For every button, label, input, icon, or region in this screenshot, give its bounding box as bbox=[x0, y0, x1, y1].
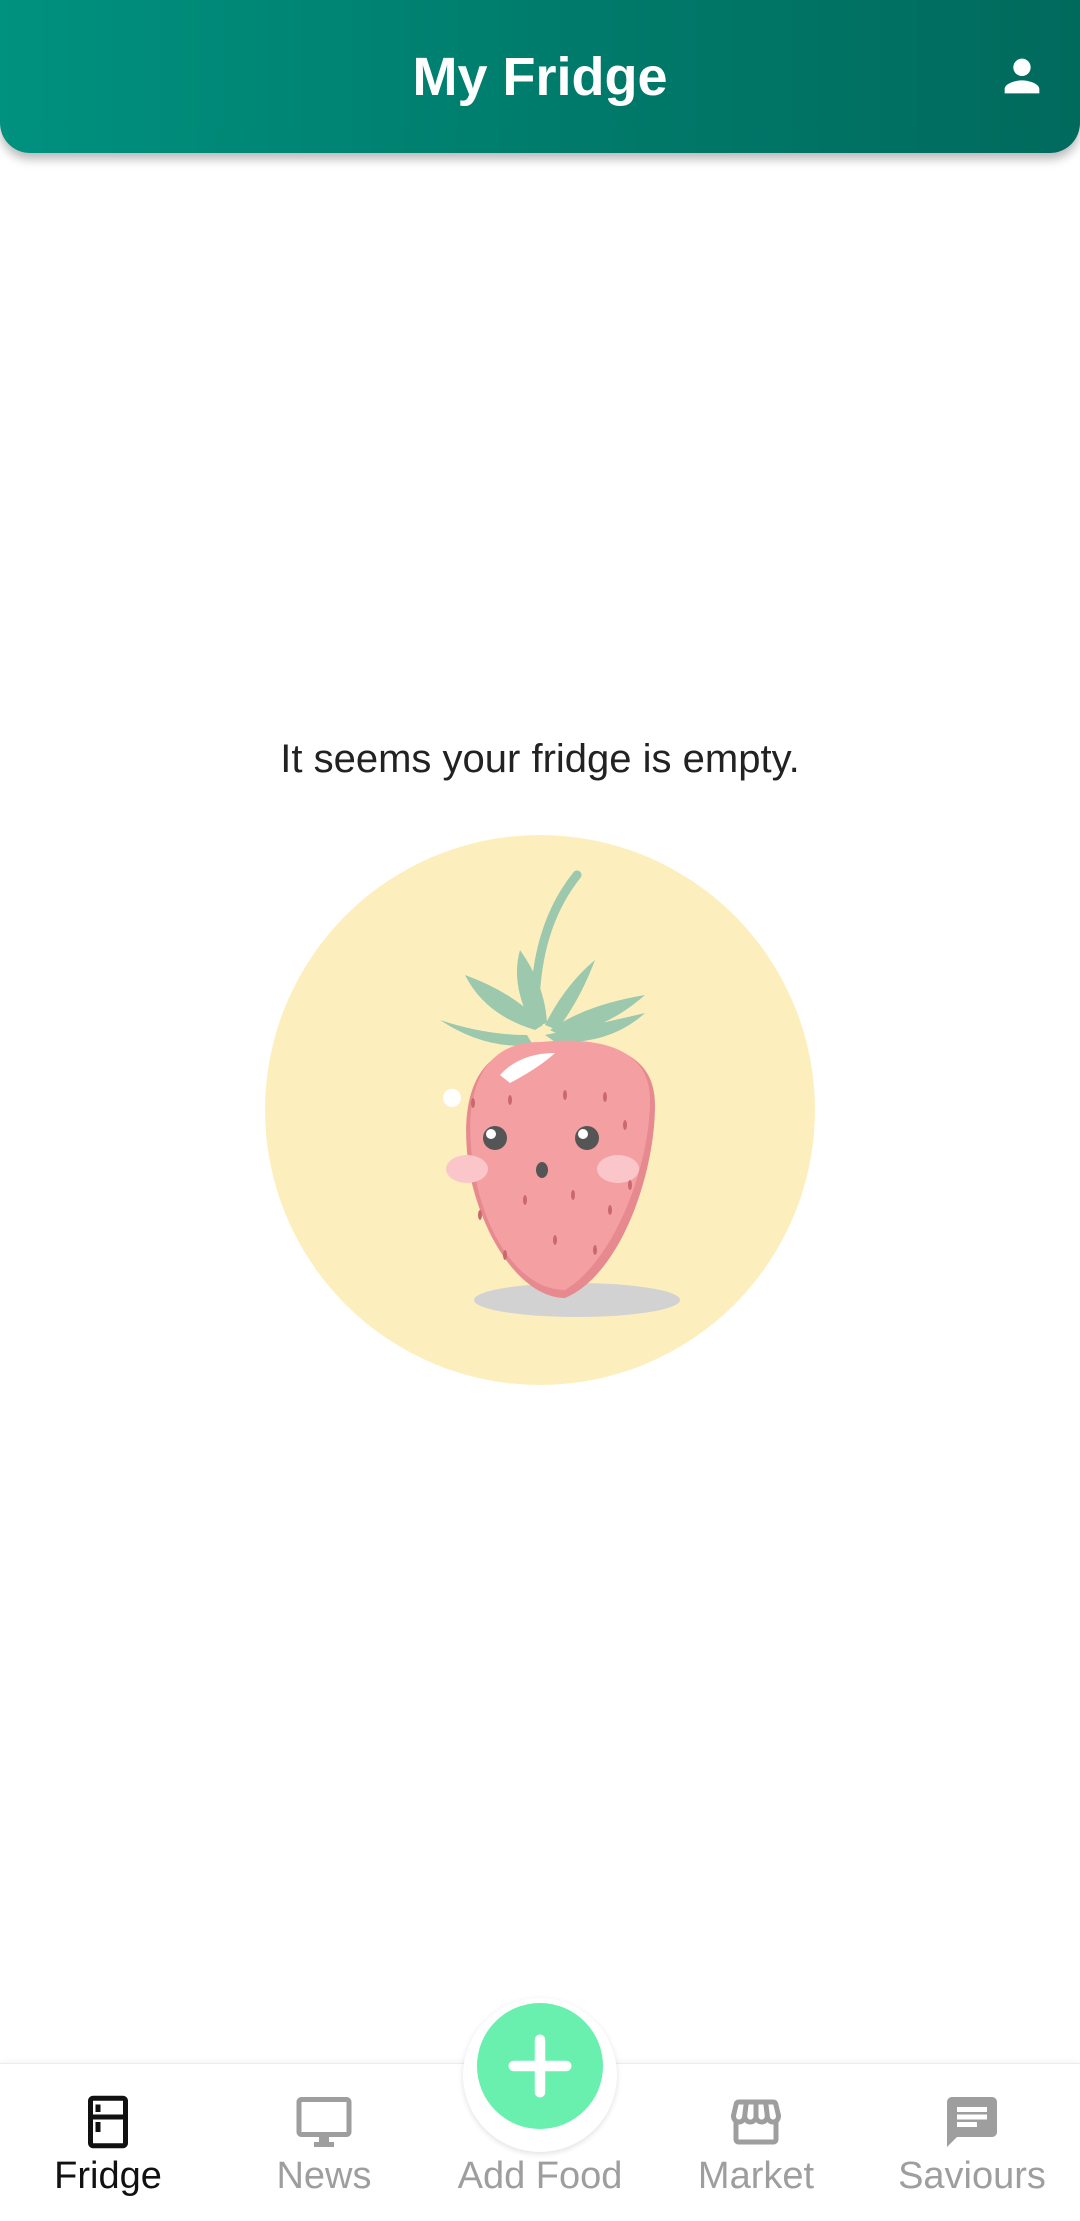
nav-fridge[interactable]: Fridge bbox=[0, 2064, 216, 2221]
profile-button[interactable] bbox=[996, 50, 1048, 102]
nav-news[interactable]: News bbox=[216, 2064, 432, 2221]
nav-market[interactable]: Market bbox=[648, 2064, 864, 2221]
page-title: My Fridge bbox=[412, 47, 668, 107]
add-food-button[interactable] bbox=[477, 2003, 603, 2129]
monitor-icon bbox=[294, 2092, 354, 2152]
fridge-icon bbox=[78, 2092, 138, 2152]
nav-label-fridge: Fridge bbox=[54, 2155, 162, 2197]
chat-icon bbox=[942, 2092, 1002, 2152]
nav-label-add-food: Add Food bbox=[457, 2155, 623, 2197]
nav-label-news: News bbox=[276, 2155, 372, 2197]
person-icon bbox=[1004, 58, 1040, 94]
nav-label-saviours: Saviours bbox=[898, 2155, 1046, 2197]
strawberry-illustration bbox=[265, 835, 815, 1385]
app-bar: My Fridge bbox=[0, 0, 1080, 153]
nav-saviours[interactable]: Saviours bbox=[864, 2064, 1080, 2221]
nav-label-market: Market bbox=[697, 2155, 815, 2197]
storefront-icon bbox=[726, 2092, 786, 2152]
empty-fridge-message: It seems your fridge is empty. bbox=[280, 737, 800, 781]
plus-icon bbox=[508, 2034, 572, 2098]
